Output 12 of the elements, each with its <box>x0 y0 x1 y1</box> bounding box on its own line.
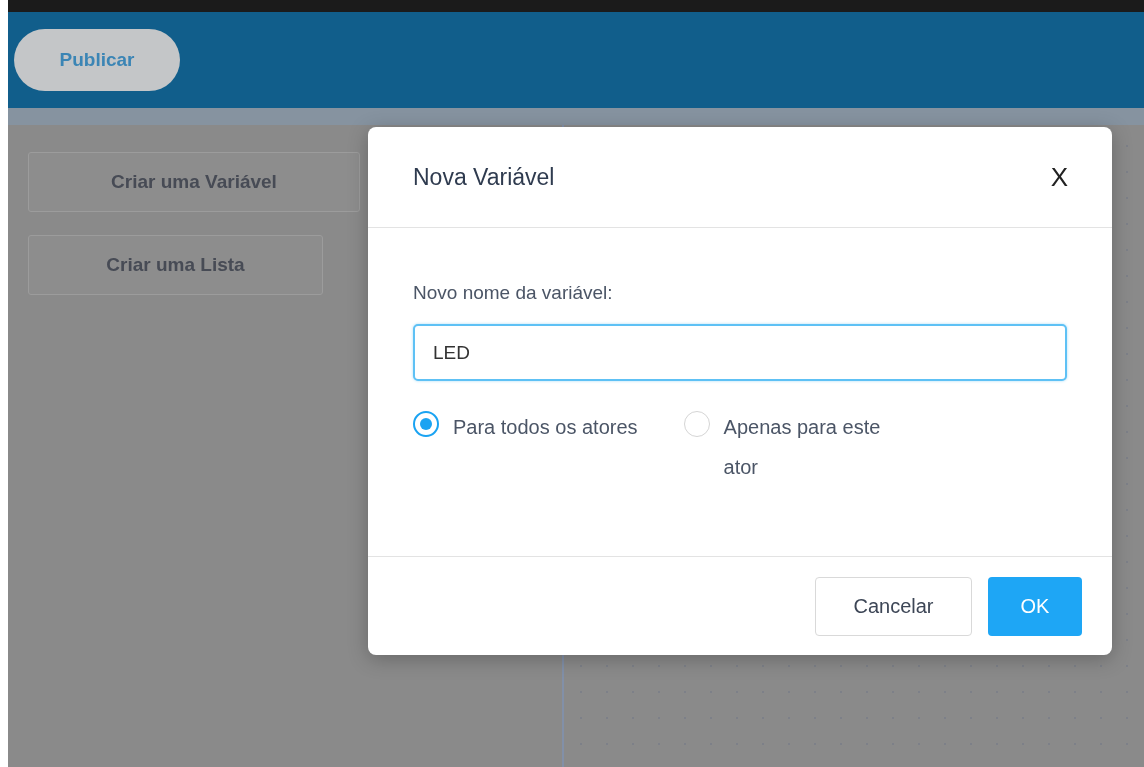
publish-button[interactable]: Publicar <box>14 29 180 91</box>
radio-label: Para todos os atores <box>453 415 638 440</box>
ok-button[interactable]: OK <box>988 576 1082 636</box>
radio-label: Apenas para este ator <box>723 415 882 480</box>
create-button[interactable]: Criar uma Lista <box>28 235 323 295</box>
radio-button[interactable] <box>413 411 439 437</box>
close-button[interactable]: X <box>1046 161 1072 193</box>
create-button[interactable]: Criar uma Variável <box>28 152 360 212</box>
name-field[interactable]: LED <box>413 324 1067 381</box>
cancel-button[interactable]: Cancelar <box>815 576 972 636</box>
dialog-title: Nova Variável <box>413 163 555 191</box>
field-label: Novo nome da variável: <box>413 282 614 304</box>
